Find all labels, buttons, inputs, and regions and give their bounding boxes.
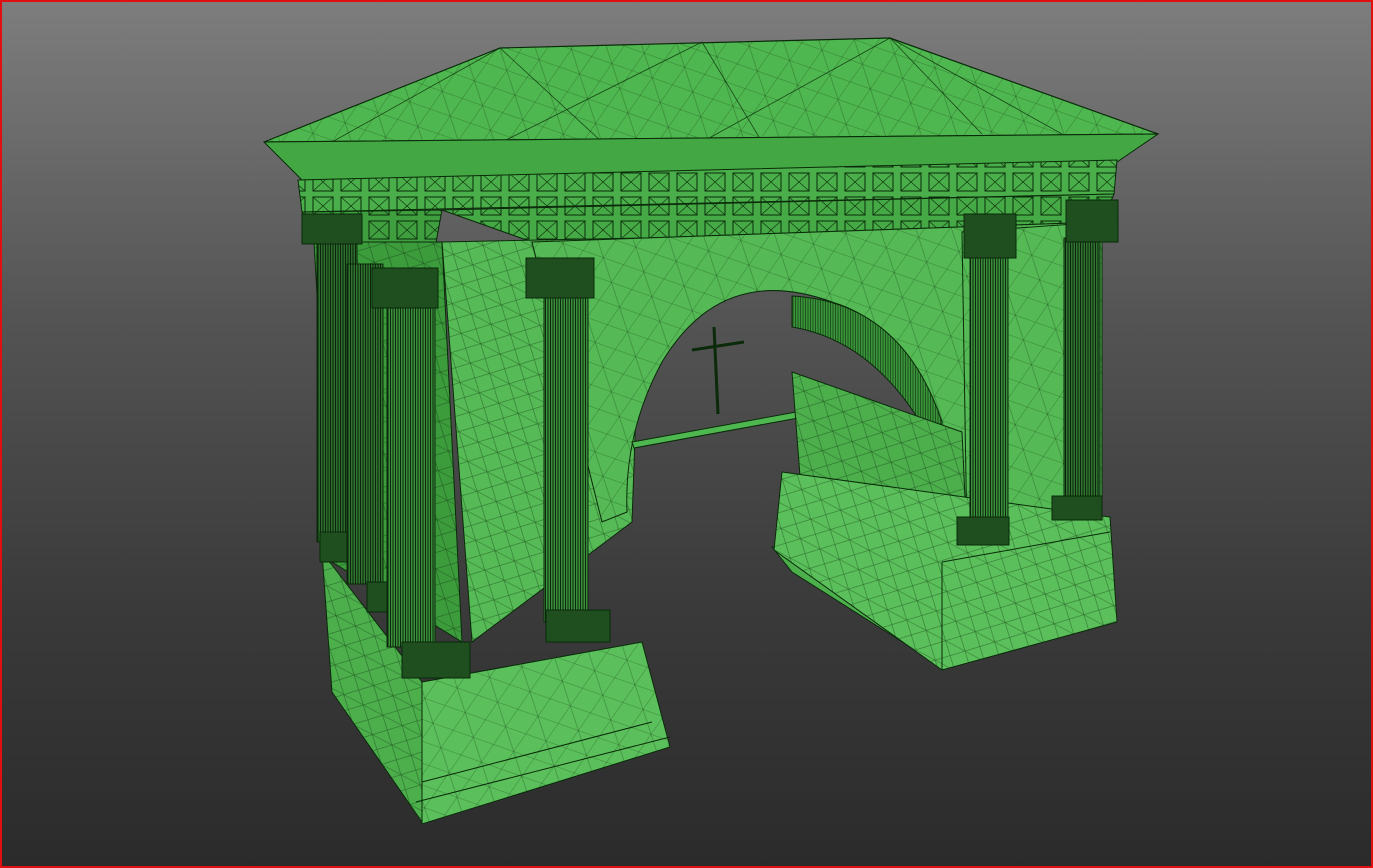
roof <box>262 37 1160 181</box>
3d-viewport[interactable] <box>0 0 1373 868</box>
mesh-render[interactable] <box>2 2 1371 866</box>
